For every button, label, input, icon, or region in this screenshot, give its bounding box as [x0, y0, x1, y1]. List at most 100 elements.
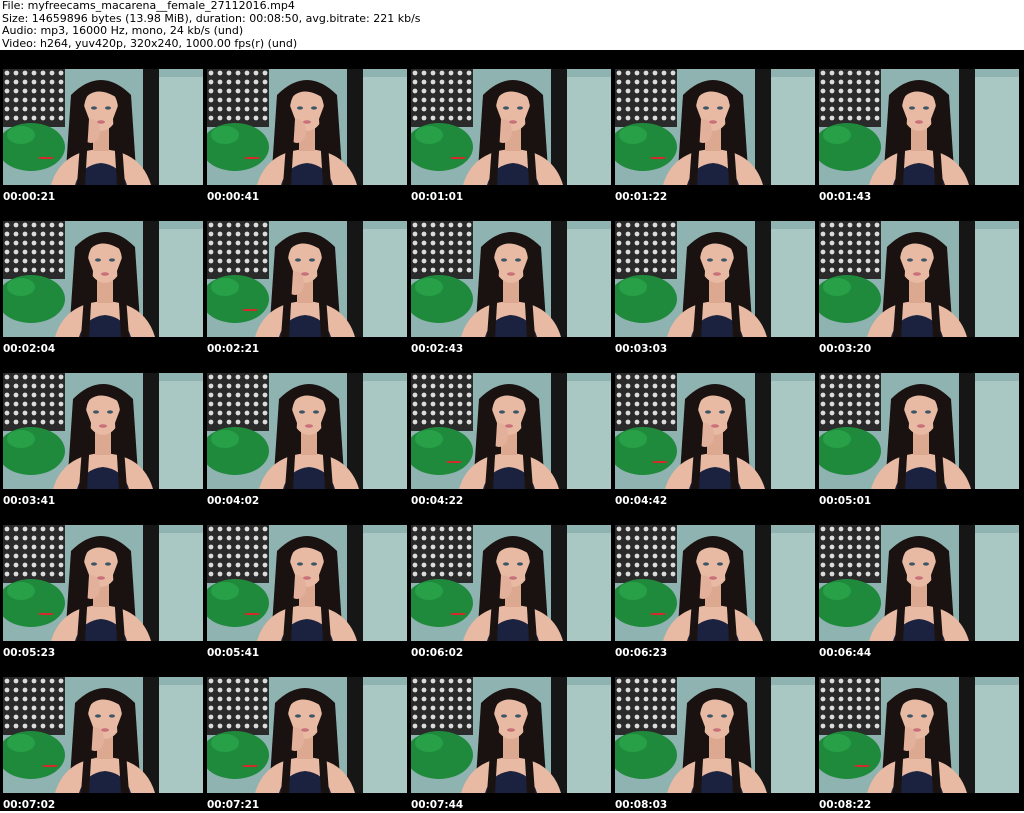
pattern-dot	[58, 419, 64, 425]
pattern-dot	[634, 79, 640, 85]
eye-left	[295, 258, 301, 262]
pattern-dot	[820, 231, 826, 237]
pattern-dot	[847, 571, 853, 577]
pattern-dot	[208, 231, 214, 237]
pattern-dot	[847, 79, 853, 85]
pillow-highlight	[619, 582, 647, 600]
pattern-dot	[820, 374, 826, 380]
bed-frame	[347, 677, 363, 793]
pattern-dot	[661, 553, 667, 559]
eye-left	[95, 258, 101, 262]
pattern-dot	[226, 696, 232, 702]
pattern-dot	[40, 723, 46, 729]
pattern-dot	[634, 526, 640, 532]
pattern-dot	[457, 231, 463, 237]
pattern-dot	[4, 231, 10, 237]
door-panel	[159, 533, 203, 641]
pattern-dot	[235, 553, 241, 559]
pattern-dot	[262, 222, 268, 228]
pattern-dot	[22, 249, 28, 255]
pattern-dot	[820, 544, 826, 550]
bed-frame	[551, 373, 567, 489]
pattern-dot	[661, 678, 667, 684]
pattern-dot	[616, 401, 622, 407]
pattern-dot	[244, 231, 250, 237]
pattern-dot	[634, 88, 640, 94]
bed-frame	[959, 69, 975, 185]
pattern-dot	[670, 723, 676, 729]
pattern-dot	[235, 249, 241, 255]
pattern-dot	[466, 714, 472, 720]
pattern-dot	[661, 526, 667, 532]
pattern-dot	[829, 678, 835, 684]
pattern-dot	[40, 571, 46, 577]
pattern-dot	[616, 258, 622, 264]
pattern-dot	[40, 535, 46, 541]
pattern-dot	[262, 678, 268, 684]
pattern-dot	[22, 544, 28, 550]
lips	[713, 728, 721, 732]
eye-right	[923, 106, 929, 110]
pattern-dot	[838, 383, 844, 389]
video-frame	[3, 677, 203, 793]
pattern-dot	[262, 553, 268, 559]
timestamp: 00:01:43	[819, 191, 872, 203]
pattern-dot	[439, 97, 445, 103]
bed-frame	[959, 221, 975, 337]
thumbnail-cell: 00:00:41	[207, 53, 411, 205]
pattern-dot	[448, 374, 454, 380]
pattern-dot	[58, 258, 64, 264]
pattern-dot	[262, 571, 268, 577]
pattern-dot	[208, 562, 214, 568]
pattern-dot	[430, 88, 436, 94]
pattern-dot	[40, 222, 46, 228]
video-info-line: Video: h264, yuv420p, 320x240, 1000.00 f…	[2, 37, 298, 50]
thumbnail-cell: 00:05:23	[3, 509, 207, 661]
pattern-dot	[856, 571, 862, 577]
pattern-dot	[865, 222, 871, 228]
pattern-dot	[22, 79, 28, 85]
pattern-dot	[22, 553, 28, 559]
pattern-dot	[874, 571, 880, 577]
eye-left	[295, 714, 301, 718]
eye-left	[503, 562, 509, 566]
pattern-dot	[58, 544, 64, 550]
pattern-dot	[466, 115, 472, 121]
pattern-dot	[856, 696, 862, 702]
pattern-dot	[31, 70, 37, 76]
pattern-dot	[22, 705, 28, 711]
pattern-dot	[412, 267, 418, 273]
pattern-dot	[13, 714, 19, 720]
pattern-dot	[448, 571, 454, 577]
pattern-dot	[13, 106, 19, 112]
pattern-dot	[616, 222, 622, 228]
pattern-dot	[208, 240, 214, 246]
pattern-dot	[430, 231, 436, 237]
pattern-dot	[838, 392, 844, 398]
bed-frame	[347, 69, 363, 185]
pattern-dot	[652, 678, 658, 684]
video-frame	[411, 69, 611, 185]
bed-frame	[551, 677, 567, 793]
pattern-dot	[847, 535, 853, 541]
bed-frame	[143, 525, 159, 641]
pillow-highlight	[415, 126, 443, 144]
pattern-dot	[820, 249, 826, 255]
pattern-dot	[22, 240, 28, 246]
eye-right	[925, 410, 931, 414]
eye-right	[309, 258, 315, 262]
pattern-dot	[652, 222, 658, 228]
pattern-dot	[625, 106, 631, 112]
pattern-dot	[652, 714, 658, 720]
lips	[301, 728, 309, 732]
video-frame	[819, 221, 1019, 337]
video-frame	[819, 373, 1019, 489]
pattern-dot	[856, 401, 862, 407]
pattern-dot	[670, 97, 676, 103]
pattern-dot	[670, 258, 676, 264]
pattern-dot	[22, 115, 28, 121]
pattern-dot	[652, 240, 658, 246]
pattern-dot	[244, 723, 250, 729]
pattern-dot	[13, 231, 19, 237]
thumbnail-cell: 00:01:01	[411, 53, 615, 205]
